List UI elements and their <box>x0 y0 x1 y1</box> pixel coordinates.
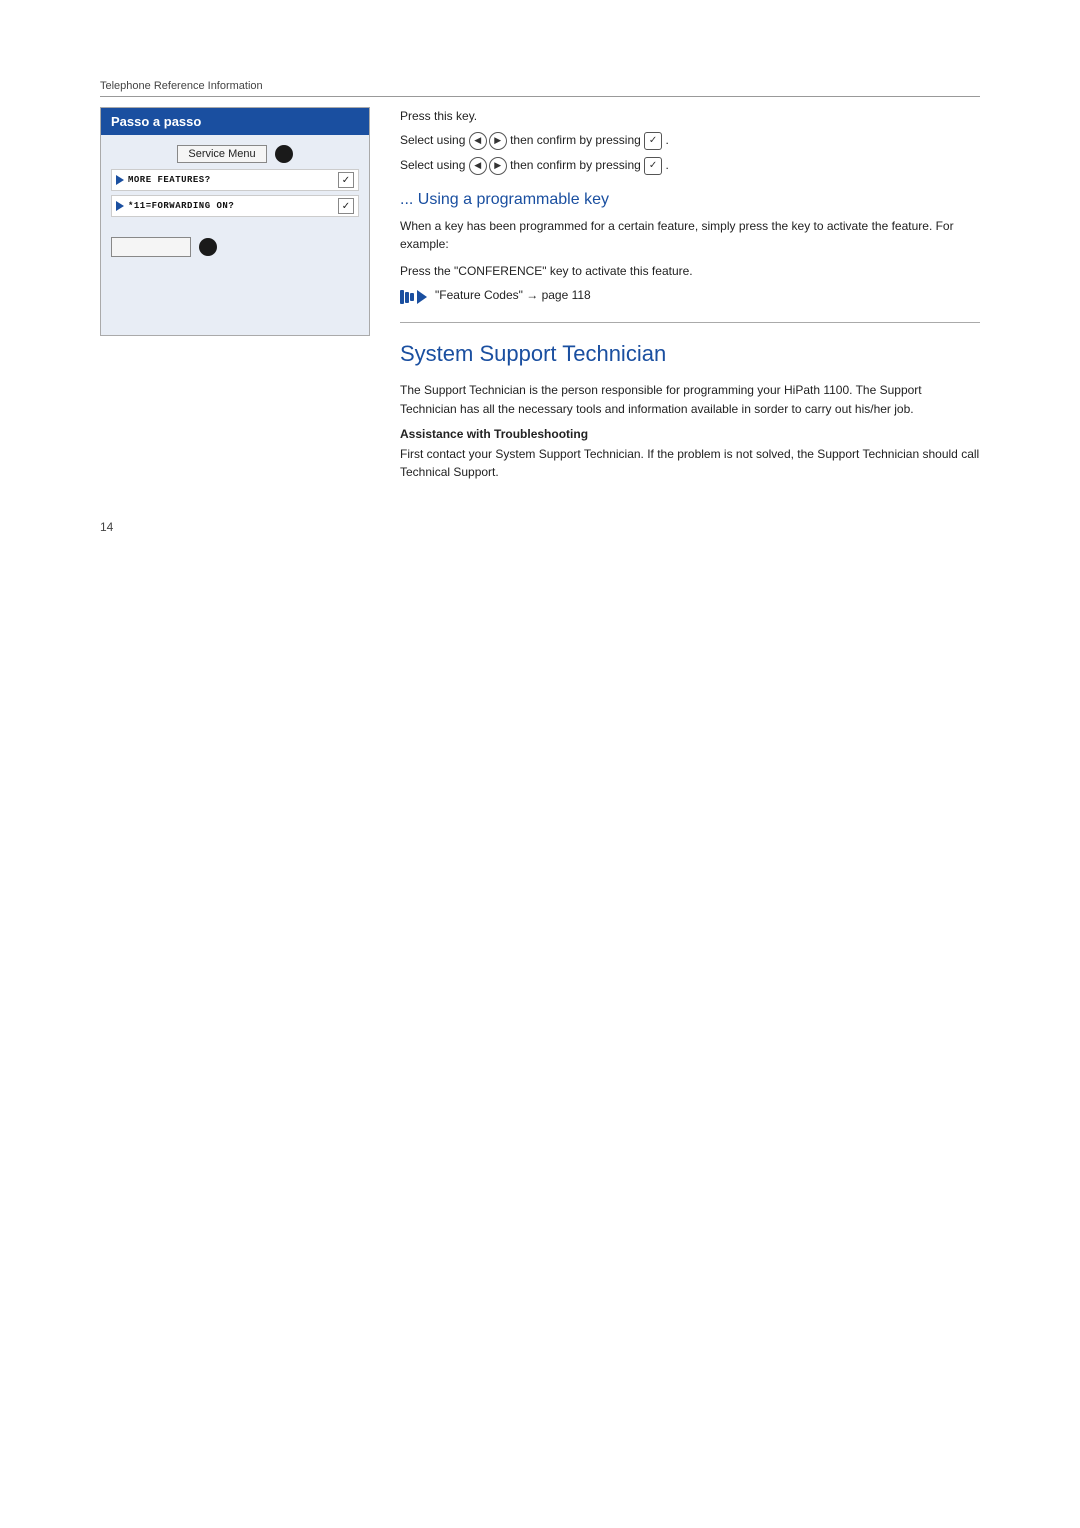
nav-buttons-step3: ◀ ▶ <box>469 157 507 175</box>
passo-header: Passo a passo <box>101 108 369 135</box>
note-text: "Feature Codes" → page 118 <box>435 288 591 302</box>
check-box: ✓ <box>338 172 354 188</box>
header-label: Telephone Reference Information <box>100 80 980 92</box>
check-box-2: ✓ <box>338 198 354 214</box>
passo-box: Passo a passo Service Menu MORE FEATURES… <box>100 107 370 336</box>
menu-item-text: MORE FEATURES? <box>128 175 334 185</box>
step1-text: Press this key. <box>400 107 980 125</box>
nav-buttons-step2: ◀ ▶ <box>469 132 507 150</box>
circle-button-2[interactable] <box>199 238 217 256</box>
left-panel: Passo a passo Service Menu MORE FEATURES… <box>100 107 370 490</box>
programmable-key-row <box>111 237 359 257</box>
header-rule <box>100 96 980 97</box>
step2-text: Select using ◀ ▶ then confirm by pressin… <box>400 131 980 150</box>
assistance-heading: Assistance with Troubleshooting <box>400 427 980 441</box>
arrow-right-icon <box>116 175 124 185</box>
right-arrow-btn-2[interactable]: ▶ <box>489 157 507 175</box>
note-row: "Feature Codes" → page 118 <box>400 288 980 304</box>
content-area: Passo a passo Service Menu MORE FEATURES… <box>100 107 980 490</box>
service-menu-row: Service Menu <box>111 145 359 163</box>
step3-period: . <box>665 158 668 172</box>
note-icon <box>400 290 427 304</box>
arrow-right-icon-2 <box>116 201 124 211</box>
section-divider <box>400 322 980 323</box>
programmable-desc: When a key has been programmed for a cer… <box>400 217 980 254</box>
main-section-body: The Support Technician is the person res… <box>400 381 980 418</box>
step3-text: Select using ◀ ▶ then confirm by pressin… <box>400 156 980 175</box>
page-header: Telephone Reference Information <box>100 80 980 97</box>
left-arrow-btn[interactable]: ◀ <box>469 132 487 150</box>
main-section-title: System Support Technician <box>400 341 980 367</box>
step3-prefix: Select using <box>400 158 469 172</box>
step2-prefix: Select using <box>400 133 469 147</box>
conference-step: Press the "CONFERENCE" key to activate t… <box>400 262 980 281</box>
step2-period: . <box>665 133 668 147</box>
passo-title: Passo a passo <box>111 114 201 129</box>
step3-suffix: then confirm by pressing <box>510 158 644 172</box>
programmable-key-subtitle: ... Using a programmable key <box>400 191 980 209</box>
menu-item-more-features[interactable]: MORE FEATURES? ✓ <box>111 169 359 191</box>
note-bar-2 <box>405 292 409 303</box>
passo-content: Service Menu MORE FEATURES? ✓ *11=FORWAR… <box>101 135 369 335</box>
note-bar-1 <box>400 290 404 304</box>
ellipsis: ... <box>400 191 418 208</box>
page-number: 14 <box>100 520 980 534</box>
service-menu-button[interactable]: Service Menu <box>177 145 266 163</box>
menu-item-forwarding-text: *11=FORWARDING ON? <box>128 201 334 211</box>
right-arrow-btn[interactable]: ▶ <box>489 132 507 150</box>
right-panel: Press this key. Select using ◀ ▶ then co… <box>400 107 980 490</box>
blank-key-button[interactable] <box>111 237 191 257</box>
step2-suffix: then confirm by pressing <box>510 133 644 147</box>
left-arrow-btn-2[interactable]: ◀ <box>469 157 487 175</box>
page: Telephone Reference Information Passo a … <box>0 0 1080 1528</box>
assistance-body: First contact your System Support Techni… <box>400 445 980 482</box>
programmable-key-title: Using a programmable key <box>418 191 609 208</box>
circle-button[interactable] <box>275 145 293 163</box>
note-arrow-icon <box>417 290 427 304</box>
menu-item-forwarding[interactable]: *11=FORWARDING ON? ✓ <box>111 195 359 217</box>
confirm-check[interactable]: ✓ <box>644 132 662 150</box>
confirm-check-2[interactable]: ✓ <box>644 157 662 175</box>
note-bar-3 <box>410 293 414 301</box>
